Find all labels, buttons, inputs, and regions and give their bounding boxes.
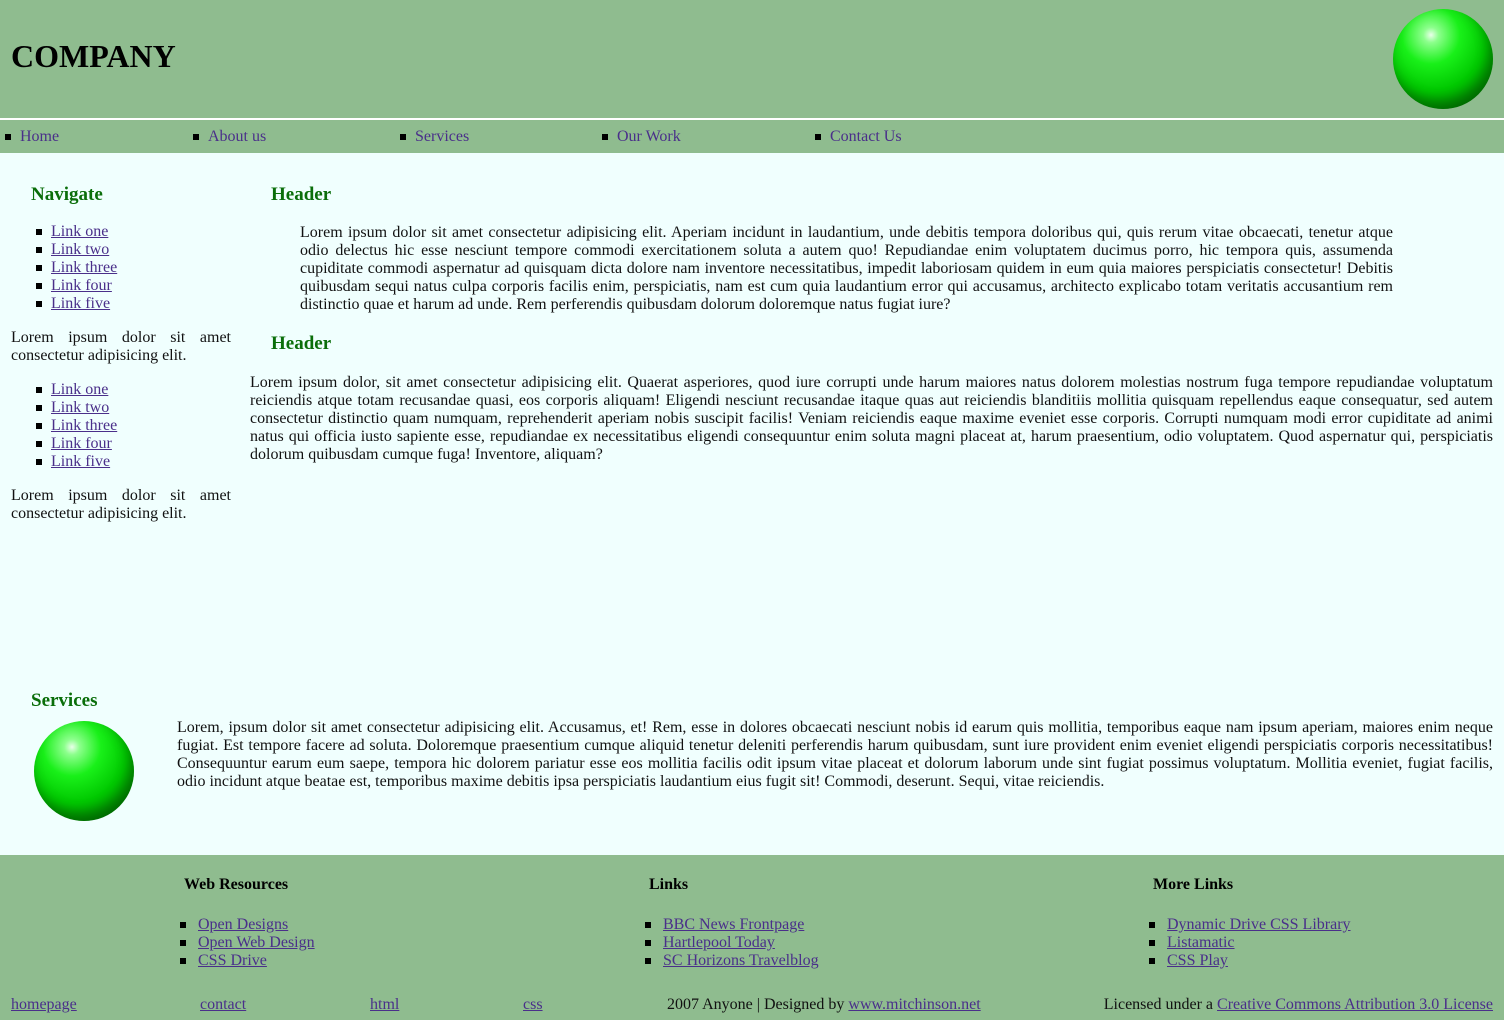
footer-link[interactable]: Open Web Design	[198, 934, 315, 951]
nav-home-link[interactable]: Home	[20, 128, 59, 145]
bullet-icon	[815, 134, 821, 140]
copyright-text: 2007 Anyone | Designed by www.mitchinson…	[667, 996, 981, 1014]
sidebar-link[interactable]: Link four	[51, 277, 112, 294]
sidebar-title: Navigate	[31, 184, 103, 205]
footer-column-more-links: More Links Dynamic Drive CSS Library Lis…	[1147, 876, 1351, 970]
main-content: Header Lorem ipsum dolor sit amet consec…	[250, 182, 1493, 463]
services-title: Services	[31, 690, 98, 711]
list-item: Dynamic Drive CSS Library	[1147, 916, 1351, 934]
list-item: Open Web Design	[178, 934, 315, 952]
list-item: Link five	[11, 453, 231, 471]
company-title: COMPANY	[11, 38, 176, 74]
nav-contact-link[interactable]: Contact Us	[830, 128, 902, 145]
site-footer: Web Resources Open Designs Open Web Desi…	[0, 855, 1504, 1020]
section-paragraph: Lorem ipsum dolor sit amet consectetur a…	[300, 224, 1393, 313]
sidebar-link[interactable]: Link two	[51, 241, 109, 258]
list-item: CSS Play	[1147, 952, 1351, 970]
sidebar-links-2: Link one Link two Link three Link four L…	[11, 381, 231, 471]
sidebar-text: Lorem ipsum dolor sit amet consectetur a…	[11, 487, 231, 522]
footer-link[interactable]: CSS Drive	[198, 952, 267, 969]
footer-homepage-link[interactable]: homepage	[11, 996, 77, 1013]
footer-link[interactable]: Hartlepool Today	[663, 934, 775, 951]
bullet-icon	[193, 134, 199, 140]
list-item: Listamatic	[1147, 934, 1351, 952]
list-item: Link four	[11, 277, 231, 295]
list-item: BBC News Frontpage	[643, 916, 819, 934]
list-item: Link one	[11, 223, 231, 241]
sidebar-text: Lorem ipsum dolor sit amet consectetur a…	[11, 329, 231, 364]
nav-our-work-link[interactable]: Our Work	[617, 128, 681, 145]
sidebar-link[interactable]: Link five	[51, 453, 110, 470]
footer-css-link[interactable]: css	[523, 996, 543, 1013]
license-label: Licensed under a	[1103, 996, 1214, 1013]
footer-column-title: Web Resources	[184, 876, 289, 893]
list-item: SC Horizons Travelblog	[643, 952, 819, 970]
list-item: Link two	[11, 399, 231, 417]
designer-link[interactable]: www.mitchinson.net	[848, 996, 980, 1013]
nav-services-link[interactable]: Services	[415, 128, 469, 145]
footer-link[interactable]: Dynamic Drive CSS Library	[1167, 916, 1351, 933]
bullet-icon	[400, 134, 406, 140]
list-item: Link one	[11, 381, 231, 399]
footer-html-link[interactable]: html	[370, 996, 399, 1013]
list-item: Hartlepool Today	[643, 934, 819, 952]
footer-link[interactable]: Listamatic	[1167, 934, 1235, 951]
footer-column-web-resources: Web Resources Open Designs Open Web Desi…	[178, 876, 315, 970]
copyright-label: 2007 Anyone | Designed by	[667, 996, 845, 1013]
list-item: Link two	[11, 241, 231, 259]
bullet-icon	[5, 134, 11, 140]
section-header: Header	[271, 184, 332, 205]
footer-links: BBC News Frontpage Hartlepool Today SC H…	[643, 916, 819, 970]
bullet-icon	[602, 134, 608, 140]
license-text: Licensed under a Creative Commons Attrib…	[1104, 996, 1493, 1014]
sidebar-link[interactable]: Link three	[51, 259, 117, 276]
footer-column-links: Links BBC News Frontpage Hartlepool Toda…	[643, 876, 819, 970]
footer-links: Open Designs Open Web Design CSS Drive	[178, 916, 315, 970]
license-link[interactable]: Creative Commons Attribution 3.0 License	[1217, 996, 1493, 1013]
list-item: Link five	[11, 295, 231, 313]
green-sphere-icon	[34, 721, 134, 821]
sidebar-link[interactable]: Link two	[51, 399, 109, 416]
site-header: COMPANY	[0, 0, 1504, 120]
section-paragraph: Lorem ipsum dolor, sit amet consectetur …	[250, 374, 1493, 463]
green-sphere-logo-icon	[1393, 9, 1493, 109]
footer-column-title: Links	[649, 876, 689, 893]
footer-link[interactable]: Open Designs	[198, 916, 288, 933]
footer-link[interactable]: CSS Play	[1167, 952, 1228, 969]
section-header: Header	[271, 333, 332, 354]
footer-link[interactable]: SC Horizons Travelblog	[663, 952, 819, 969]
top-nav: Home About us Services Our Work Contact …	[0, 120, 1504, 153]
sidebar-link[interactable]: Link three	[51, 417, 117, 434]
list-item: Link three	[11, 259, 231, 277]
services-paragraph: Lorem, ipsum dolor sit amet consectetur …	[177, 719, 1493, 790]
sidebar-link[interactable]: Link one	[51, 381, 108, 398]
footer-column-title: More Links	[1153, 876, 1234, 893]
footer-link[interactable]: BBC News Frontpage	[663, 916, 804, 933]
list-item: CSS Drive	[178, 952, 315, 970]
nav-about-link[interactable]: About us	[208, 128, 266, 145]
sidebar-links-1: Link one Link two Link three Link four L…	[11, 223, 231, 313]
footer-contact-link[interactable]: contact	[200, 996, 246, 1013]
sidebar-link[interactable]: Link five	[51, 295, 110, 312]
footer-links: Dynamic Drive CSS Library Listamatic CSS…	[1147, 916, 1351, 970]
list-item: Link four	[11, 435, 231, 453]
footer-bottom-bar: homepage contact html css 2007 Anyone | …	[0, 996, 1504, 1016]
sidebar: Navigate Link one Link two Link three Li…	[11, 182, 231, 523]
list-item: Link three	[11, 417, 231, 435]
list-item: Open Designs	[178, 916, 315, 934]
sidebar-link[interactable]: Link one	[51, 223, 108, 240]
sidebar-link[interactable]: Link four	[51, 435, 112, 452]
